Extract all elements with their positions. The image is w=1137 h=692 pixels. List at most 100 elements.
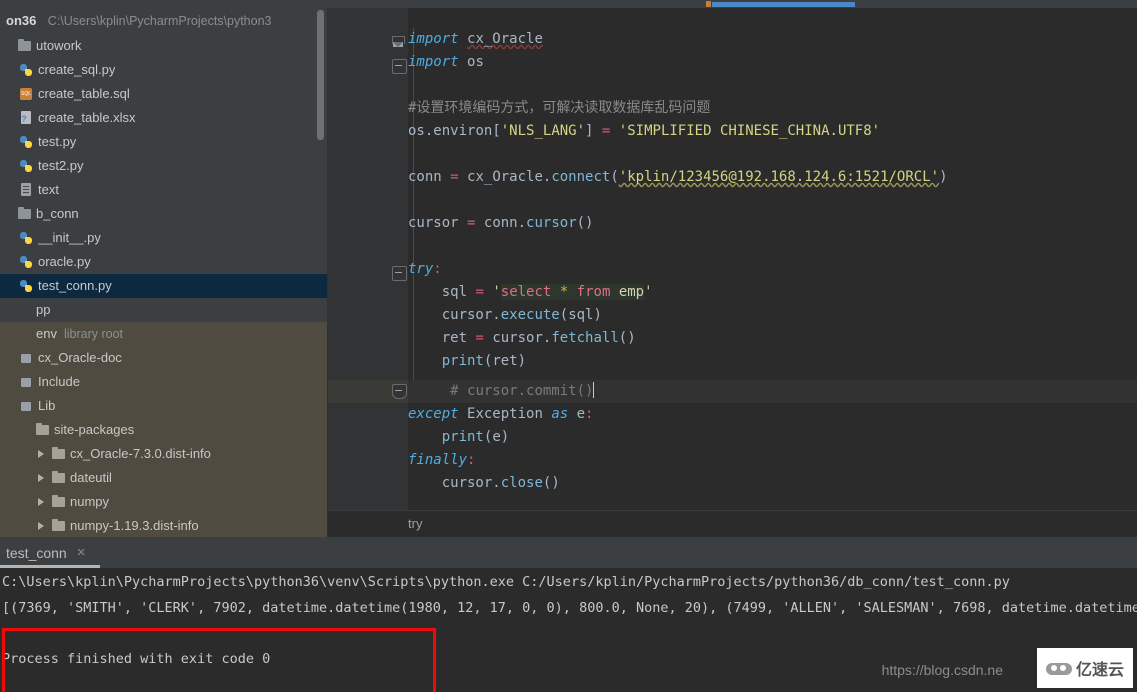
- var-conn: conn: [483, 215, 518, 231]
- python-file-icon: [18, 130, 38, 154]
- code-line-25: finally:: [408, 452, 476, 468]
- tree-icon-none: [16, 322, 36, 346]
- keyword-import: import: [408, 31, 459, 47]
- code-line-21: print(ret): [441, 353, 527, 369]
- tree-item-pp[interactable]: pp: [0, 298, 328, 322]
- fold-marker-line8[interactable]: [392, 59, 407, 74]
- tree-item-label: cx_Oracle-7.3.0.dist-info: [70, 446, 211, 461]
- line-number-gutter[interactable]: [328, 8, 390, 537]
- folder-lib-icon: [50, 490, 70, 514]
- tree-item-env[interactable]: env library root: [0, 322, 328, 346]
- tree-item-b-conn[interactable]: b_conn: [0, 202, 328, 226]
- code-line-24: print(e): [441, 429, 510, 445]
- text-file-icon: [18, 178, 38, 202]
- attr-environ: environ: [433, 123, 493, 139]
- tree-item-label: Lib: [38, 398, 56, 413]
- tree-item-numpy[interactable]: numpy: [0, 490, 328, 514]
- breadcrumb-try[interactable]: try: [408, 511, 422, 537]
- project-file-tree[interactable]: utowork create_sql.py create_table.sqlcrea…: [0, 34, 328, 537]
- object-os: os: [408, 123, 425, 139]
- editor-breadcrumb-bar: try: [328, 510, 1137, 537]
- tree-item-label: env: [36, 326, 57, 341]
- var-e: e: [576, 406, 586, 422]
- tree-item-label: create_table.xlsx: [38, 110, 136, 125]
- tree-item-lib[interactable]: Lib: [0, 394, 328, 418]
- fold-marker-line17[interactable]: [392, 266, 407, 281]
- watermark-url: https://blog.csdn.ne: [881, 662, 1003, 678]
- var-e: e: [492, 429, 501, 445]
- fold-marker-line22[interactable]: [392, 384, 407, 399]
- tree-item-label: Include: [38, 374, 80, 389]
- site-logo-badge: 亿速云: [1037, 648, 1133, 688]
- tree-item-create-table-sql[interactable]: create_table.sql: [0, 82, 328, 106]
- tree-item-create-sql-py[interactable]: create_sql.py: [0, 58, 328, 82]
- code-line-11: os.environ['NLS_LANG'] = 'SIMPLIFIED CHI…: [408, 123, 881, 139]
- tree-item-dateutil[interactable]: dateutil: [0, 466, 328, 490]
- run-tab-bar[interactable]: test_conn ×: [0, 537, 1137, 568]
- tree-item-label: test2.py: [38, 158, 84, 173]
- code-line-15: cursor = conn.cursor(): [408, 215, 594, 231]
- annotation-rectangle: [2, 628, 436, 692]
- project-path: C:\Users\kplin\PycharmProjects\python3: [47, 14, 272, 28]
- tree-item-test2-py[interactable]: test2.py: [0, 154, 328, 178]
- folder-lib-icon: [50, 466, 70, 490]
- keyword-finally: finally: [408, 452, 468, 468]
- var-sql: sql: [568, 307, 594, 323]
- tree-item-cx-oracle-7-3-0-dist-info[interactable]: cx_Oracle-7.3.0.dist-info: [0, 442, 328, 466]
- project-root-row[interactable]: on36 C:\Users\kplin\PycharmProjects\pyth…: [0, 8, 328, 34]
- code-editor[interactable]: 67891011121314151617181920212223242526 i…: [328, 8, 1137, 537]
- tree-item-utowork[interactable]: utowork: [0, 34, 328, 58]
- editor-tab-strip: [0, 0, 1137, 8]
- method-close: close: [500, 475, 543, 491]
- chevron-right-icon[interactable]: [34, 466, 50, 490]
- fold-marker-line7[interactable]: [392, 36, 405, 49]
- sidebar-scrollbar-thumb[interactable]: [317, 10, 324, 140]
- tree-item-create-table-xlsx[interactable]: create_table.xlsx: [0, 106, 328, 130]
- folder-icon: [16, 34, 36, 58]
- tree-item-label: utowork: [36, 38, 82, 53]
- code-line-20: ret = cursor.fetchall(): [441, 330, 636, 346]
- var-ret: ret: [492, 353, 518, 369]
- method-execute: execute: [500, 307, 560, 323]
- tree-item-test-conn-py[interactable]: test_conn.py: [0, 274, 328, 298]
- chevron-right-icon[interactable]: [34, 442, 50, 466]
- function-print: print: [441, 353, 484, 369]
- tab-pin-icon: [706, 1, 711, 7]
- python-file-icon: [18, 274, 38, 298]
- code-line-13: conn = cx_Oracle.connect('kplin/123456@1…: [408, 169, 948, 185]
- close-icon[interactable]: ×: [77, 545, 86, 560]
- code-line-18: sql = 'select * from emp': [441, 284, 653, 300]
- code-line-10: #设置环境编码方式，可解决读取数据库乱码问题: [408, 97, 710, 120]
- module-cx-oracle: cx_Oracle: [467, 31, 543, 47]
- active-tab-underline[interactable]: [712, 2, 855, 7]
- string-nls-lang: 'NLS_LANG': [500, 123, 586, 139]
- tree-item-include[interactable]: Include: [0, 370, 328, 394]
- tree-item-label: cx_Oracle-doc: [38, 350, 122, 365]
- console-line-command: C:\Users\kplin\PycharmProjects\python36\…: [2, 574, 1010, 590]
- sql-star: *: [559, 284, 569, 300]
- tree-item-cx-oracle-doc[interactable]: cx_Oracle-doc: [0, 346, 328, 370]
- run-tool-window[interactable]: test_conn × C:\Users\kplin\PycharmProjec…: [0, 537, 1137, 692]
- module-icon: [18, 370, 38, 394]
- run-tab-test-conn[interactable]: test_conn ×: [0, 537, 95, 568]
- tree-item-oracle-py[interactable]: oracle.py: [0, 250, 328, 274]
- keyword-import: import: [408, 54, 459, 70]
- tree-item--init-py[interactable]: __init__.py: [0, 226, 328, 250]
- tree-icon-none: [16, 298, 36, 322]
- var-sql: sql: [441, 284, 468, 300]
- tree-item-text[interactable]: text: [0, 178, 328, 202]
- chevron-right-icon[interactable]: [34, 514, 50, 537]
- method-fetchall: fetchall: [551, 330, 619, 346]
- tree-item-site-packages[interactable]: site-packages: [0, 418, 328, 442]
- tree-item-test-py[interactable]: test.py: [0, 130, 328, 154]
- keyword-try: try: [408, 261, 434, 277]
- tree-item-numpy-1-19-3-dist-info[interactable]: numpy-1.19.3.dist-info: [0, 514, 328, 537]
- chevron-right-icon[interactable]: [34, 490, 50, 514]
- project-tool-window[interactable]: on36 C:\Users\kplin\PycharmProjects\pyth…: [0, 8, 328, 537]
- code-line-19: cursor.execute(sql): [441, 307, 602, 323]
- tree-item-label: text: [38, 182, 59, 197]
